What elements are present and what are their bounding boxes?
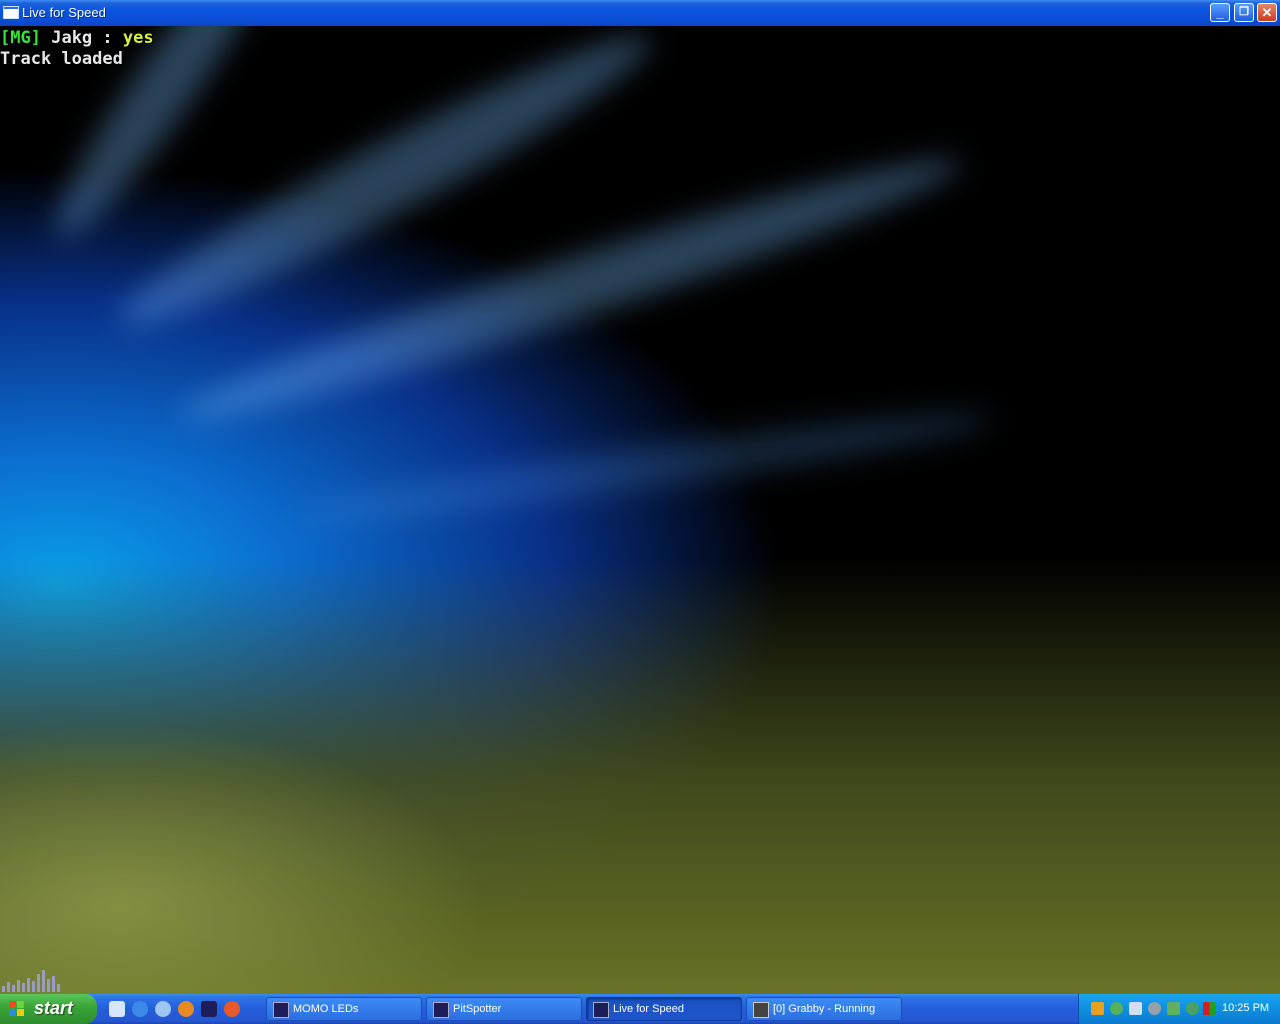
- sync-icon[interactable]: [1167, 1002, 1180, 1015]
- minimize-button[interactable]: _: [1210, 3, 1230, 22]
- app-icon[interactable]: [224, 1001, 240, 1017]
- chat-messages: [MG] Jakg : yes Track loaded: [0, 28, 154, 70]
- chat-team-tag: MG: [10, 28, 31, 48]
- shield-icon[interactable]: [1148, 1002, 1161, 1015]
- start-button[interactable]: start: [0, 994, 97, 1024]
- background-light-streak: [297, 398, 996, 536]
- lfs-icon[interactable]: [201, 1001, 217, 1017]
- game-viewport[interactable]: [0, 26, 1280, 994]
- chat-player-name: Jakg :: [40, 28, 123, 48]
- task-label: [0] Grabby - Running: [773, 1003, 876, 1015]
- minimize-icon: _: [1216, 5, 1224, 20]
- taskbar: start MOMO LEDs PitSpotter Live for Spee…: [0, 994, 1280, 1024]
- window-titlebar[interactable]: Live for Speed _ ❐ ✕: [0, 0, 1280, 26]
- background-light-streak: [170, 134, 970, 445]
- close-icon: ✕: [1261, 5, 1273, 20]
- ie-icon[interactable]: [132, 1001, 148, 1017]
- task-label: Live for Speed: [613, 1003, 684, 1015]
- lfs-icon: [593, 1002, 609, 1018]
- network-icon[interactable]: [1091, 1002, 1104, 1015]
- window-title: Live for Speed: [22, 5, 106, 20]
- task-momo-leds[interactable]: MOMO LEDs: [266, 997, 422, 1021]
- restore-icon: ❐: [1239, 6, 1249, 18]
- start-label: start: [34, 998, 74, 1018]
- users-icon[interactable]: [1110, 1002, 1123, 1015]
- antivirus-icon[interactable]: [1186, 1002, 1199, 1015]
- system-tray: 10:25 PM: [1078, 994, 1280, 1024]
- monitor-icon: [753, 1002, 769, 1018]
- chat-line: [MG] Jakg : yes: [0, 28, 154, 49]
- chat-message-text: yes: [122, 28, 154, 48]
- clock[interactable]: 10:25 PM: [1222, 1002, 1269, 1014]
- task-live-for-speed[interactable]: Live for Speed: [586, 997, 742, 1021]
- lfs-icon: [433, 1002, 449, 1018]
- firefox-icon[interactable]: [178, 1001, 194, 1017]
- chat-bracket-close: ]: [30, 28, 41, 48]
- task-pitspotter[interactable]: PitSpotter: [426, 997, 582, 1021]
- chat-bracket-open: [: [0, 28, 11, 48]
- app-tray-icon[interactable]: [1203, 1002, 1216, 1015]
- window-app-icon[interactable]: [3, 6, 19, 19]
- restore-button[interactable]: ❐: [1234, 3, 1254, 22]
- audio-visualizer: [2, 968, 62, 992]
- show-desktop-icon[interactable]: [109, 1001, 125, 1017]
- messenger-icon[interactable]: [155, 1001, 171, 1017]
- task-label: MOMO LEDs: [293, 1003, 359, 1015]
- task-grabby[interactable]: [0] Grabby - Running: [746, 997, 902, 1021]
- task-label: PitSpotter: [453, 1003, 502, 1015]
- volume-icon[interactable]: [1129, 1002, 1142, 1015]
- lfs-icon: [273, 1002, 289, 1018]
- chat-system-message: Track loaded: [0, 49, 123, 69]
- close-button[interactable]: ✕: [1257, 3, 1277, 22]
- windows-logo-icon: [9, 1001, 25, 1017]
